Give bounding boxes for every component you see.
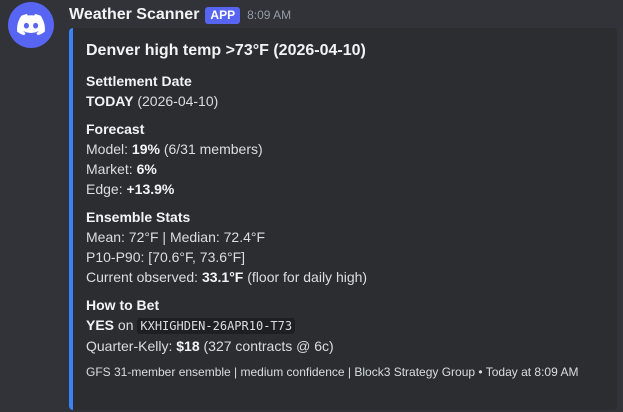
model-line: Model: 19% (6/31 members) <box>86 139 605 159</box>
settlement-date: (2026-04-10) <box>133 93 219 109</box>
mean-median-line: Mean: 72°F | Median: 72.4°F <box>86 229 266 245</box>
observed-label: Current observed: <box>86 269 202 285</box>
model-label: Model: <box>86 141 132 157</box>
message-header: Weather Scanner APP 8:09 AM <box>69 4 291 26</box>
bet-side: YES <box>86 317 115 333</box>
settlement-field-name: Settlement Date <box>86 73 192 89</box>
how-to-bet-field-name: How to Bet <box>86 297 160 313</box>
ensemble-field-name: Ensemble Stats <box>86 209 191 225</box>
kelly-line: Quarter-Kelly: $18 (327 contracts @ 6c) <box>86 336 605 356</box>
model-value: 19% <box>131 141 160 157</box>
market-value: 6% <box>136 161 157 177</box>
market-ticker-code[interactable]: KXHIGHDEN-26APR10-T73 <box>137 318 296 334</box>
kelly-value: $18 <box>176 338 200 354</box>
kelly-label: Quarter-Kelly: <box>86 338 177 354</box>
embed-footer: GFS 31-member ensemble | medium confiden… <box>86 365 579 379</box>
chat-message: Weather Scanner APP 8:09 AM Denver high … <box>0 0 623 412</box>
forecast-field: Forecast Model: 19% (6/31 members) Marke… <box>86 119 605 199</box>
bot-avatar[interactable] <box>8 2 54 48</box>
discord-logo-icon <box>17 14 45 36</box>
edge-value: +13.9% <box>126 181 175 197</box>
observed-note: (floor for daily high) <box>243 269 368 285</box>
embed-title: Denver high temp >73°F (2026-04-10) <box>86 42 366 59</box>
edge-label: Edge: <box>86 181 127 197</box>
settlement-day: TODAY <box>86 93 134 109</box>
bet-on-text: on <box>114 317 138 333</box>
kelly-detail: (327 contracts @ 6c) <box>199 338 334 354</box>
app-badge: APP <box>205 6 241 24</box>
bot-username[interactable]: Weather Scanner <box>69 6 199 24</box>
settlement-field: Settlement Date TODAY (2026-04-10) <box>86 71 605 111</box>
p10-p90-line: P10-P90: [70.6°F, 73.6°F] <box>86 249 246 265</box>
forecast-field-name: Forecast <box>86 121 145 137</box>
message-timestamp[interactable]: 8:09 AM <box>247 8 291 22</box>
settlement-value: TODAY (2026-04-10) <box>86 91 605 111</box>
model-detail: (6/31 members) <box>159 141 263 157</box>
edge-line: Edge: +13.9% <box>86 179 605 199</box>
market-line: Market: 6% <box>86 159 605 179</box>
bet-side-line: YES on KXHIGHDEN-26APR10-T73 <box>86 315 605 336</box>
observed-line: Current observed: 33.1°F (floor for dail… <box>86 267 605 287</box>
market-label: Market: <box>86 161 137 177</box>
message-embed: Denver high temp >73°F (2026-04-10) Sett… <box>69 28 617 410</box>
ensemble-field: Ensemble Stats Mean: 72°F | Median: 72.4… <box>86 207 605 287</box>
observed-value: 33.1°F <box>201 269 244 285</box>
how-to-bet-field: How to Bet YES on KXHIGHDEN-26APR10-T73 … <box>86 295 605 356</box>
